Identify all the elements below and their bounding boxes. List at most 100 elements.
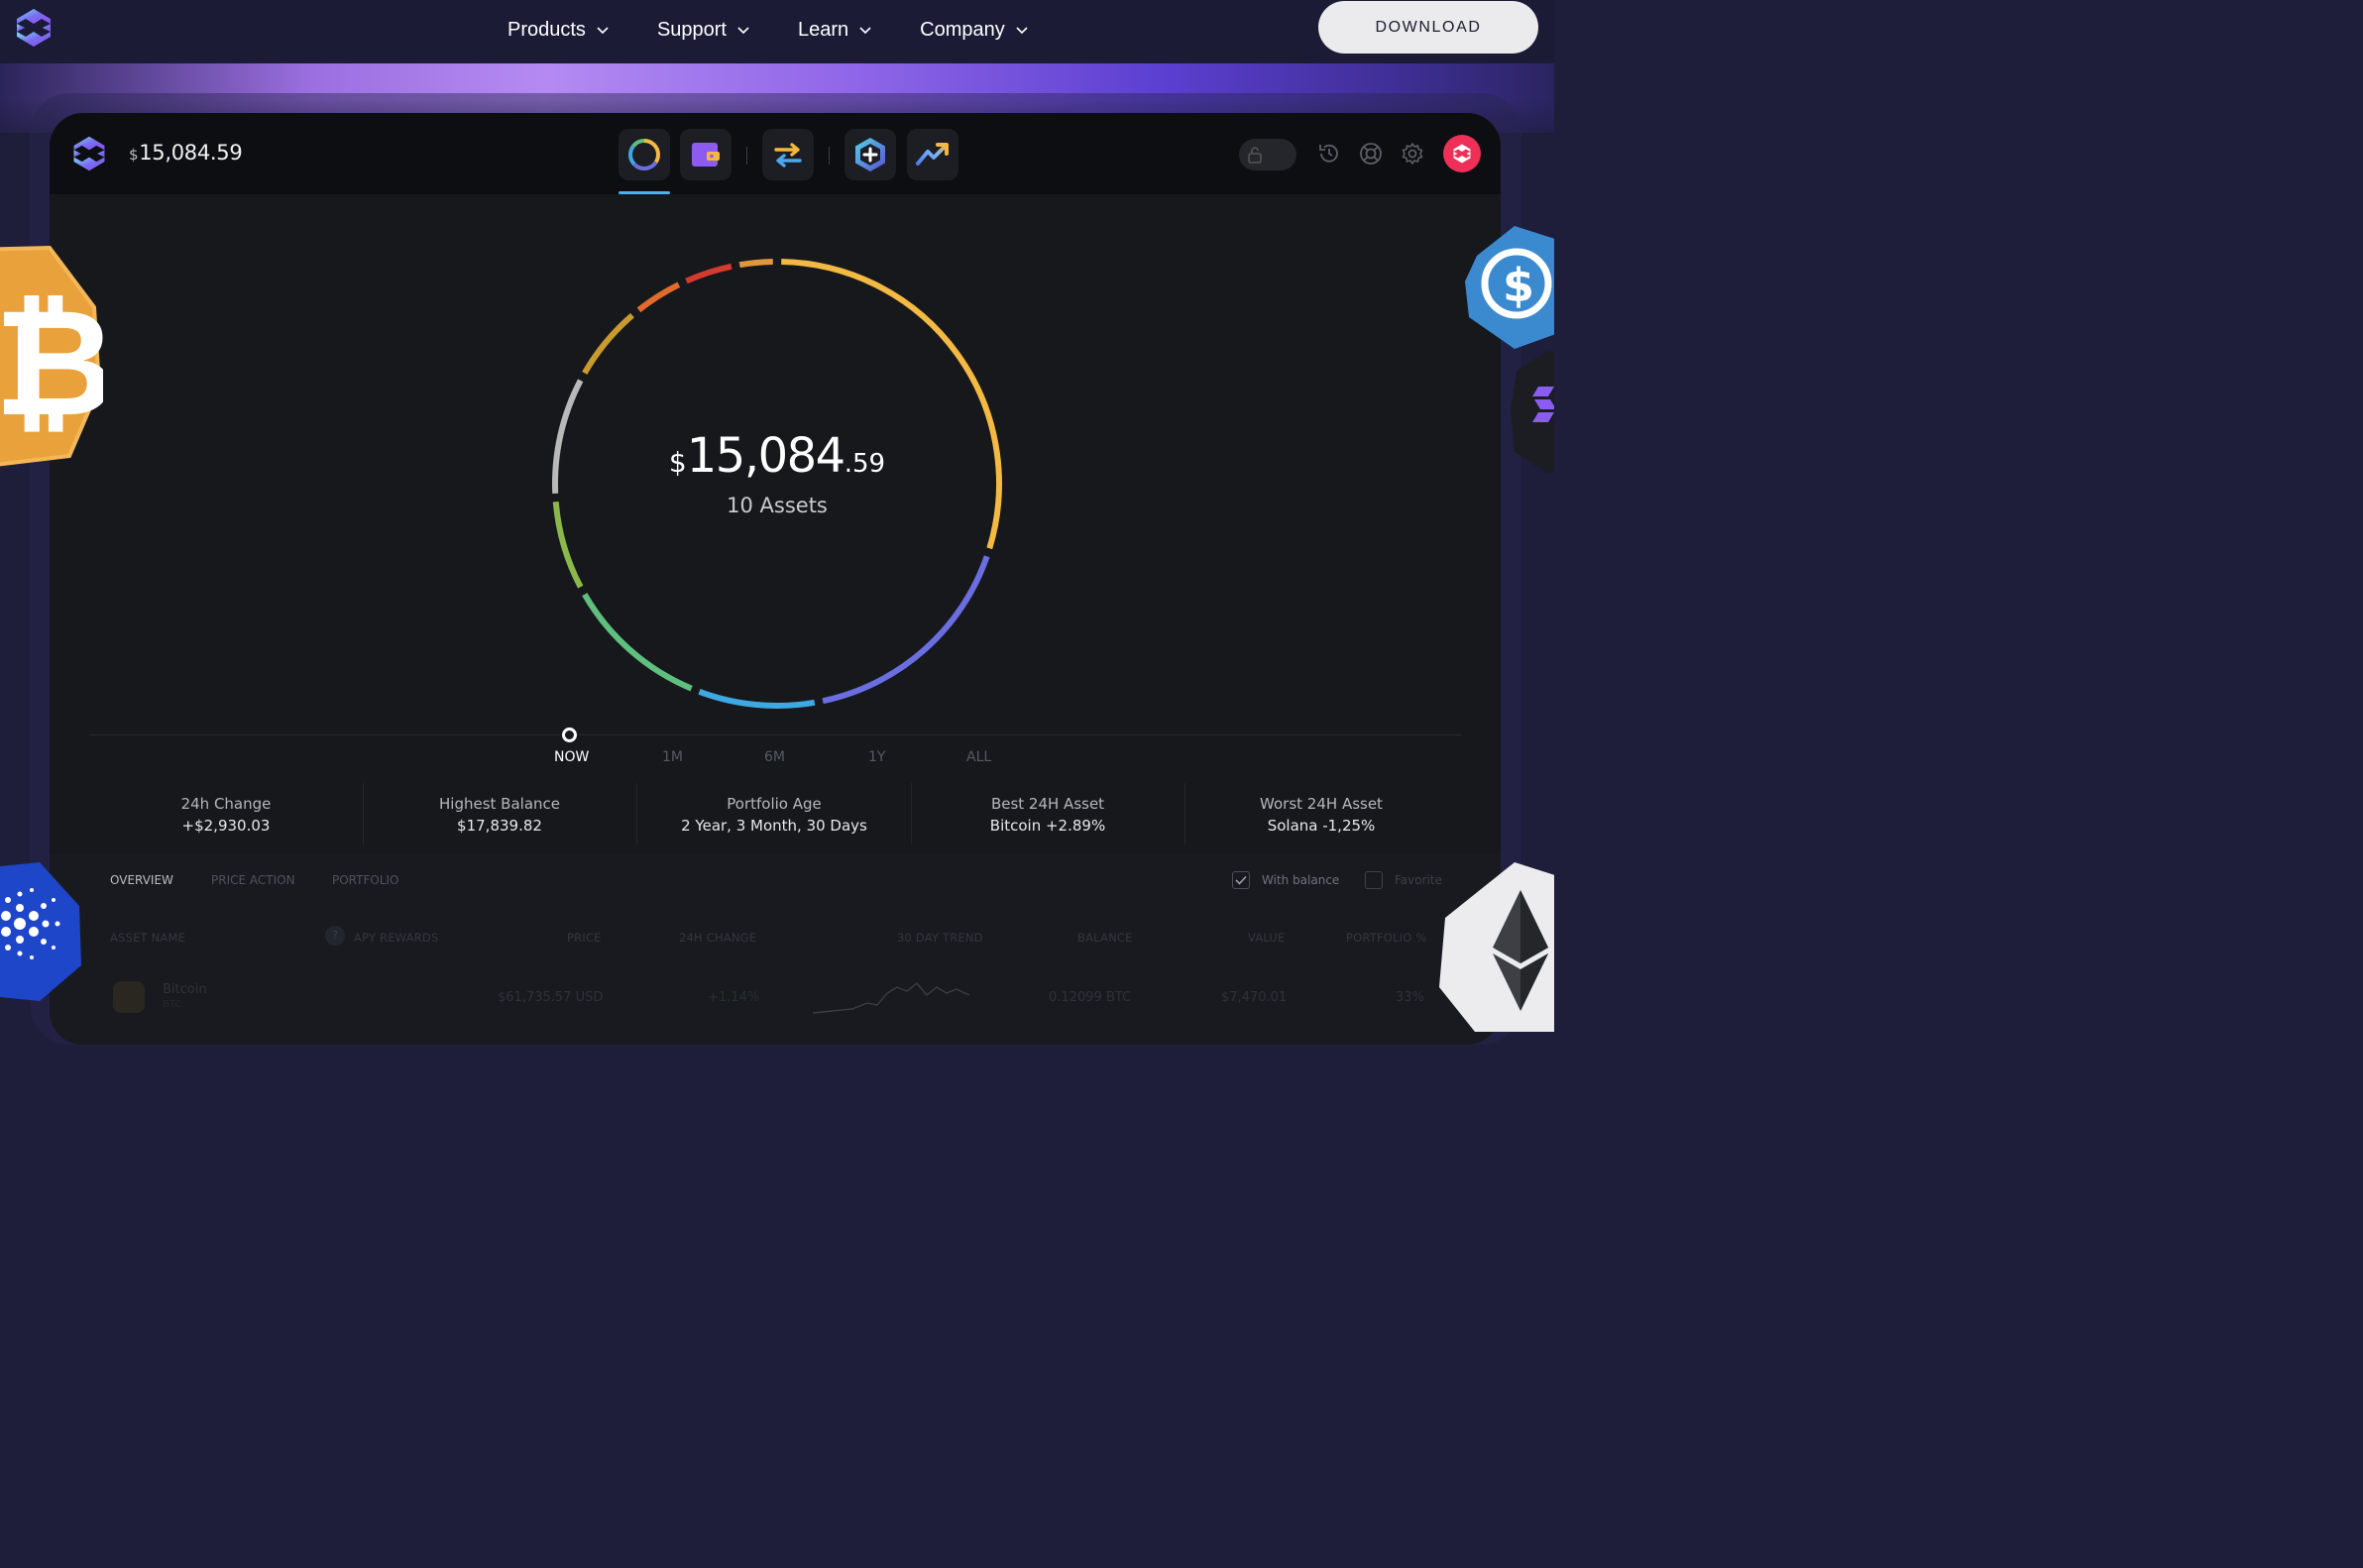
chevron-down-icon (1016, 27, 1028, 35)
row-trend-sparkline (813, 982, 970, 1014)
portfolio-donut-icon (628, 139, 660, 170)
timeline-handle[interactable] (562, 728, 577, 742)
nav-products-label: Products (507, 18, 586, 41)
app-window: $15,084.59 $15,084.59 10 Assets NOW 1M 6… (50, 113, 1501, 1045)
tab-price-action[interactable]: PRICE ACTION (211, 873, 295, 887)
col-balance[interactable]: BALANCE (1077, 931, 1133, 945)
nav-company-label: Company (920, 18, 1005, 41)
with-balance-label: With balance (1262, 873, 1340, 887)
cardano-coin-icon (0, 862, 81, 1001)
portfolio-balance-cents: .59 (844, 449, 886, 479)
nav-support[interactable]: Support (657, 19, 750, 42)
col-asset-name[interactable]: ASSET NAME (110, 931, 185, 945)
nav-products[interactable]: Products (507, 19, 610, 42)
bitcoin-coin-icon: ₿ (0, 245, 103, 467)
donut-segment[interactable] (685, 263, 732, 284)
header-balance-amount: 15,084.59 (139, 141, 243, 165)
history-icon[interactable] (1316, 141, 1342, 167)
tab-add-apps[interactable] (844, 129, 896, 180)
tab-earn[interactable] (907, 129, 958, 180)
row-price: $61,735.57 USD (498, 990, 604, 1005)
row-value: $7,470.01 (1221, 990, 1288, 1005)
stat-portfolio-age: Portfolio Age 2 Year, 3 Month, 30 Days (637, 795, 911, 835)
with-balance-checkbox[interactable] (1232, 871, 1250, 889)
stat-value: Solana -1,25% (1267, 817, 1376, 835)
donut-segment[interactable] (582, 312, 634, 375)
row-portfolio-percent: 33% (1396, 990, 1424, 1005)
lock-toggle[interactable] (1239, 139, 1296, 170)
asset-count: 10 Assets (727, 494, 828, 517)
nav-learn[interactable]: Learn (798, 19, 872, 42)
stat-label: Worst 24H Asset (1260, 795, 1383, 813)
stat-label: Portfolio Age (727, 795, 822, 813)
tab-exchange[interactable] (762, 129, 814, 180)
timeline-1y[interactable]: 1Y (868, 749, 885, 765)
tab-portfolio-list[interactable]: PORTFOLIO (332, 873, 399, 887)
stat-value: Bitcoin +2.89% (989, 817, 1106, 835)
exodus-logo-icon (1453, 144, 1471, 164)
apy-help-icon[interactable]: ? (325, 926, 345, 946)
col-value[interactable]: VALUE (1248, 931, 1286, 945)
timeline-6m[interactable]: 6M (764, 749, 785, 765)
stat-best-asset: Best 24H Asset Bitcoin +2.89% (911, 795, 1184, 835)
donut-segment[interactable] (738, 259, 773, 269)
stat-highest-balance: Highest Balance $17,839.82 (363, 795, 636, 835)
stat-label: Best 24H Asset (990, 795, 1105, 813)
stat-value: +$2,930.03 (181, 817, 271, 835)
wallet-icon (692, 143, 720, 167)
col-portfolio-percent[interactable]: PORTFOLIO % (1346, 931, 1426, 945)
portfolio-balance-whole: 15,084 (686, 428, 845, 484)
stat-label: Highest Balance (439, 795, 560, 813)
svg-text:$: $ (1503, 259, 1534, 312)
checkmark-icon (1235, 875, 1247, 885)
exodus-logo-icon[interactable] (12, 6, 56, 50)
stat-worst-asset: Worst 24H Asset Solana -1,25% (1184, 795, 1458, 835)
app-header: $15,084.59 (50, 113, 1501, 194)
favorite-checkbox[interactable] (1365, 871, 1383, 889)
svg-text:₿: ₿ (0, 278, 103, 450)
col-apy-rewards[interactable]: APY REWARDS (354, 931, 438, 945)
donut-segment[interactable] (582, 593, 693, 692)
col-price[interactable]: PRICE (567, 931, 602, 945)
nav-links: Products Support Learn Company (507, 0, 1076, 59)
row-asset-ticker: BTC (163, 999, 182, 1010)
donut-segment[interactable] (636, 281, 681, 313)
bitcoin-icon (113, 981, 145, 1013)
portfolio-balance-currency: $ (668, 446, 687, 479)
download-button[interactable]: DOWNLOAD (1318, 1, 1538, 54)
header-balance: $15,084.59 (129, 141, 243, 165)
portfolio-total: $15,084.59 10 Assets (547, 428, 1007, 517)
nav-support-label: Support (656, 18, 727, 41)
help-lifebuoy-icon[interactable] (1358, 141, 1384, 167)
tab-portfolio[interactable] (619, 129, 670, 180)
timeline-now[interactable]: NOW (554, 749, 589, 765)
settings-gear-icon[interactable] (1400, 141, 1425, 167)
timeline-track (89, 734, 1461, 735)
stat-value: $17,839.82 (457, 817, 542, 835)
donut-segment[interactable] (698, 688, 816, 709)
timeline-1m[interactable]: 1M (662, 749, 683, 765)
timeline-all[interactable]: ALL (966, 749, 991, 765)
usdc-coin-icon: $ (1465, 226, 1554, 349)
nav-company[interactable]: Company (920, 19, 1029, 42)
unlock-icon (1248, 147, 1262, 164)
nav-learn-label: Learn (798, 18, 849, 41)
profile-avatar[interactable] (1443, 135, 1481, 172)
stat-24h-change: 24h Change +$2,930.03 (89, 795, 363, 835)
row-balance: 0.12099 BTC (1049, 990, 1132, 1005)
donut-segment[interactable] (822, 555, 990, 705)
row-asset-name: Bitcoin (163, 982, 207, 997)
ethereum-coin-icon (1439, 862, 1554, 1032)
stat-value: 2 Year, 3 Month, 30 Days (681, 817, 867, 835)
row-24h-change: +1.14% (708, 990, 760, 1005)
exodus-logo-icon (73, 136, 105, 171)
chevron-down-icon (737, 27, 749, 35)
tab-divider (829, 147, 830, 165)
chevron-down-icon (597, 27, 609, 35)
chevron-down-icon (859, 27, 871, 35)
tab-wallet[interactable] (680, 129, 731, 180)
solana-coin-icon (1511, 351, 1554, 474)
tab-overview[interactable]: OVERVIEW (110, 873, 173, 887)
col-24h-change[interactable]: 24H CHANGE (679, 931, 756, 945)
col-30-day-trend: 30 DAY TREND (897, 931, 983, 945)
